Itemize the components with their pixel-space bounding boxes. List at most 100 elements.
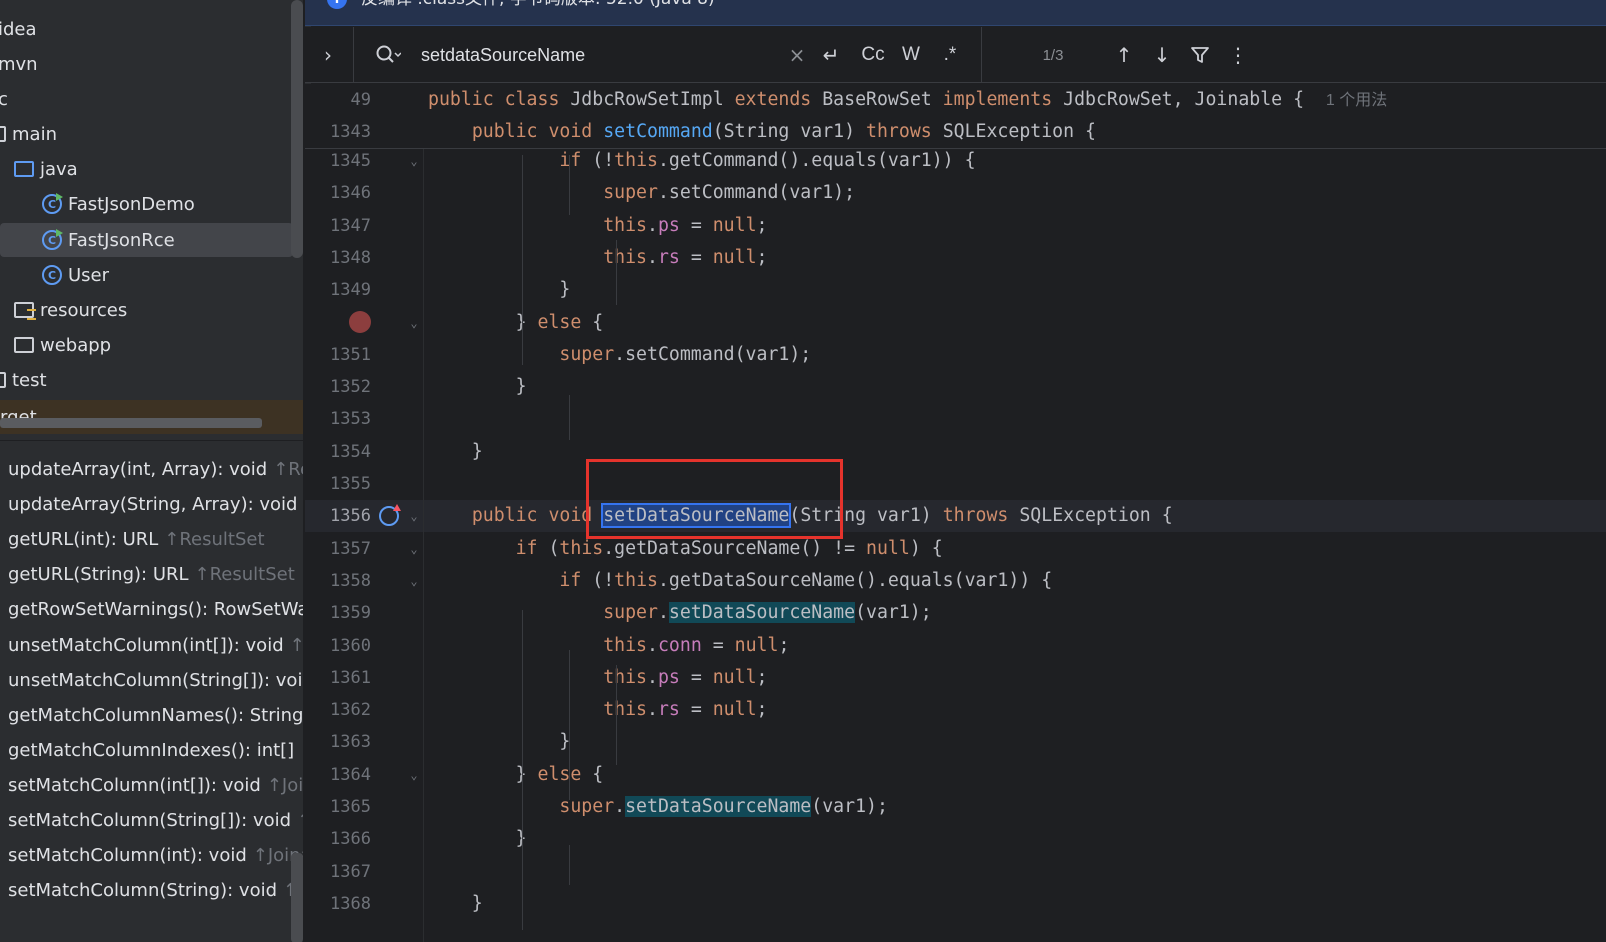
code-line[interactable]: 1367 [305,856,1606,888]
tree-item-resources[interactable]: resources [14,293,310,327]
new-line-button[interactable]: ↵ [817,27,845,83]
fold-chevron-icon[interactable]: ⌄ [408,759,420,791]
structure-item[interactable]: getMatchColumnNames(): String[] [8,698,303,733]
tree-item-main[interactable]: main [0,117,288,151]
structure-item[interactable]: unsetMatchColumn(String[]): void↑Joinabl… [8,663,303,698]
structure-item-signature: updateArray(String, Array): void [8,494,298,516]
tree-item-idea[interactable]: idea [0,12,294,46]
code-line[interactable]: 1359 super.setDataSourceName(var1); [305,597,1606,629]
code-line[interactable]: 1351 super.setCommand(var1); [305,339,1606,371]
red-annotation-box [586,459,843,539]
find-in-file-bar: › × ↵ Cc W .* 1/3 ↑ ↓ ⋮ [305,27,1606,83]
code-line[interactable]: 1363 } [305,726,1606,758]
code-token: { [592,311,604,333]
code-line[interactable]: 1354 } [305,436,1606,468]
code-token: if [559,150,593,171]
breakpoint-icon[interactable] [349,311,371,333]
code-token: throws [866,121,943,142]
previous-occurrence-button[interactable]: ↑ [1110,27,1138,83]
code-line[interactable]: 1368 } [305,888,1606,920]
search-history-icon[interactable] [371,27,405,83]
clear-search-button[interactable]: × [785,27,809,83]
code-line[interactable]: 1352 } [305,371,1606,403]
more-options-button[interactable]: ⋮ [1224,27,1252,83]
code-token: null [734,634,779,656]
code-line[interactable]: 1348 this.rs = null; [305,242,1606,274]
structure-item[interactable]: setMatchColumn(String[]): void↑Joinable [8,803,303,838]
code-line[interactable]: 1358 ⌄ if (!this.getDataSourceName().equa… [305,565,1606,597]
structure-item[interactable]: unsetMatchColumn(int[]): void ↑Joinable [8,628,303,663]
structure-item[interactable]: setMatchColumn(int[]): void↑Joinable [8,768,303,803]
structure-item[interactable]: getMatchColumnIndexes(): int[]↑Joinable [8,733,303,768]
structure-item[interactable]: getRowSetWarnings(): RowSetWarning [8,592,303,627]
code-token: super [559,796,615,817]
code-line[interactable]: 1353 [305,403,1606,435]
filter-icon[interactable] [1186,27,1214,83]
next-occurrence-button[interactable]: ↓ [1148,27,1176,83]
fold-chevron-icon[interactable]: ⌄ [408,500,420,532]
line-number: 1359 [330,603,371,624]
code-line[interactable]: 1355 [305,468,1606,500]
tree-item-user[interactable]: C User [42,258,311,292]
structure-item[interactable]: getURL(String): URL ↑ResultSet [8,557,295,592]
structure-item[interactable]: updateArray(int, Array): void↑ResultSet [8,452,303,487]
expand-replace-chevron-icon[interactable]: › [315,27,341,83]
structure-item[interactable]: setMatchColumn(String): void↑Joinable [8,873,303,908]
code-line[interactable]: 1357 ⌄ if (this.getDataSourceName() != nu… [305,533,1606,565]
structure-item[interactable]: updateArray(String, Array): void↑ResultS… [8,487,303,522]
code-line[interactable]: 1343 public void setCommand(String var1)… [305,116,1606,148]
fold-chevron-icon[interactable]: ⌄ [408,145,420,177]
fold-chevron-icon[interactable]: ⌄ [408,565,420,597]
tree-item-label: test [12,369,47,391]
code-token: (String var1) [712,121,867,142]
code-token: .setCommand(var1); [614,343,812,365]
fold-chevron-icon[interactable]: ⌄ [408,533,420,565]
code-token: ) { [909,537,943,559]
code-token: .setCommand(var1); [657,182,856,204]
fold-chevron-icon[interactable]: ⌄ [408,307,420,339]
whole-words-button[interactable]: W [897,27,925,83]
tree-item-label: FastJsonRce [68,229,175,251]
tree-item-fastjsondemo[interactable]: C FastJsonDemo [42,187,311,221]
code-line[interactable]: 49 public class JdbcRowSetImpl extends Ba… [305,84,1606,116]
code-editor[interactable]: 49 public class JdbcRowSetImpl extends Ba… [305,84,1606,942]
structure-item[interactable]: setMatchColumn(int): void↑Joinable [8,838,303,873]
code-line[interactable]: 1356 ⌄ public void setDataSourceName(Stri… [305,500,1606,533]
tree-item-src[interactable]: c [0,82,294,116]
code-line[interactable]: 1360 this.conn = null; [305,630,1606,662]
code-line[interactable]: 1362 this.rs = null; [305,694,1606,726]
structure-item[interactable]: getURL(int): URL ↑ResultSet [8,522,265,557]
class-icon: C [42,265,62,285]
tree-item-mvn[interactable]: mvn [0,47,294,81]
structure-scrollbar[interactable] [291,853,303,942]
code-line[interactable]: 1365 super.setDataSourceName(var1); [305,791,1606,823]
search-input[interactable] [421,41,781,69]
code-line[interactable]: 1346 super.setCommand(var1); [305,177,1606,209]
tree-item-target[interactable]: rget [0,400,311,434]
code-token: 1 个用法 [1325,92,1388,109]
code-line[interactable]: 1361 this.ps = null; [305,662,1606,694]
tree-vertical-scrollbar[interactable] [291,0,303,258]
tree-horizontal-scrollbar[interactable] [0,418,262,428]
tree-item-test[interactable]: test [0,363,288,397]
code-line[interactable]: ⌄ } else { [305,307,1606,339]
regex-button[interactable]: .* [935,27,965,83]
tree-item-java[interactable]: java [14,152,310,186]
code-line[interactable]: 1345 ⌄ if (!this.getCommand().equals(var1… [305,145,1606,177]
tree-item-fastjsonrce[interactable]: C FastJsonRce [0,223,293,257]
code-token: .getDataSourceName() != [603,537,867,559]
code-token: (var1); [855,602,932,624]
line-number: 1360 [330,635,371,656]
line-number: 1358 [330,570,371,591]
code-line[interactable]: 1349 } [305,274,1606,306]
implements-override-icon[interactable] [379,504,401,526]
code-line[interactable]: 1347 this.ps = null; [305,210,1606,242]
tree-item-webapp[interactable]: webapp [14,328,310,362]
code-line[interactable]: 1364 ⌄ } else { [305,759,1606,791]
code-line[interactable]: 1366 } [305,823,1606,855]
match-case-button[interactable]: Cc [857,27,889,83]
